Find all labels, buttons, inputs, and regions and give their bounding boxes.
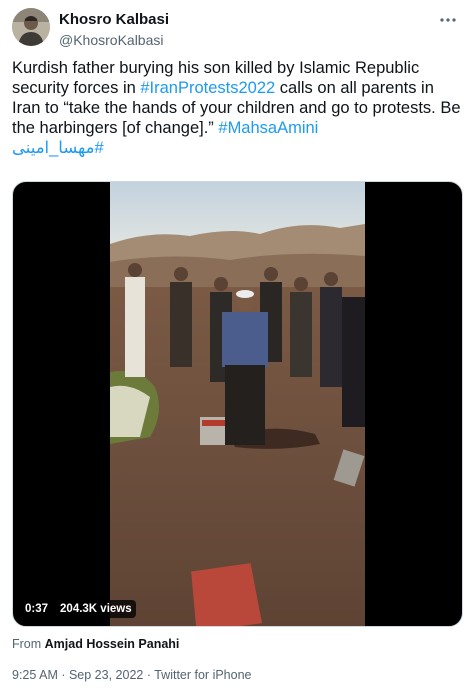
tweet-timestamp[interactable]: 9:25 AM · Sep 23, 2022 · Twitter for iPh… xyxy=(12,667,252,683)
attribution-prefix: From xyxy=(12,637,45,651)
media-attribution: From Amjad Hossein Panahi xyxy=(12,636,179,652)
attribution-source-link[interactable]: Amjad Hossein Panahi xyxy=(45,637,180,651)
video-overlay: 0:37 204.3K views xyxy=(21,600,136,618)
hashtag-link[interactable]: #IranProtests2022 xyxy=(140,79,275,97)
hashtag-link[interactable]: #مهسا_امینی xyxy=(12,138,464,158)
video-player[interactable]: 0:37 204.3K views xyxy=(12,181,463,627)
tweet-header: Khosro Kalbasi @KhosroKalbasi xyxy=(12,8,460,48)
video-duration: 0:37 xyxy=(21,600,53,618)
video-frame xyxy=(110,182,365,626)
avatar[interactable] xyxy=(12,8,50,46)
hashtag-link[interactable]: #MahsaAmini xyxy=(218,119,318,137)
tweet-text: Kurdish father burying his son killed by… xyxy=(12,58,464,158)
more-dots-icon[interactable] xyxy=(436,8,460,32)
video-views: 204.3K views xyxy=(56,600,136,618)
author-names: Khosro Kalbasi @KhosroKalbasi xyxy=(59,11,169,49)
display-name[interactable]: Khosro Kalbasi xyxy=(59,11,169,29)
user-handle[interactable]: @KhosroKalbasi xyxy=(59,31,169,49)
